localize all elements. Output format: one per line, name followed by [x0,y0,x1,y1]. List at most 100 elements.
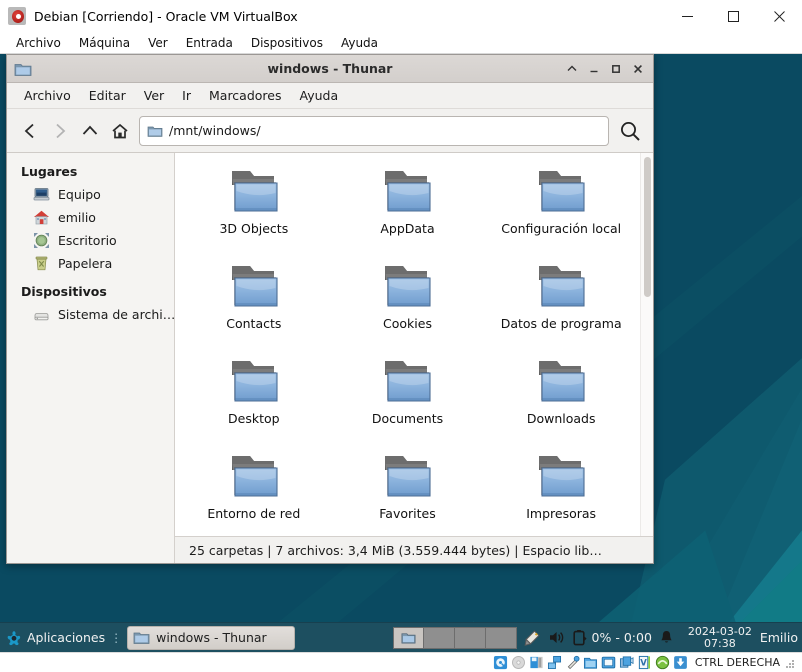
clock[interactable]: 2024-03-02 07:38 [680,624,760,650]
sidebar-item-escritorio[interactable]: Escritorio [7,229,174,252]
workspace-2[interactable] [423,626,455,649]
thunar-menu-editar[interactable]: Editar [80,84,135,108]
forward-icon[interactable] [45,116,75,146]
menu-archivo[interactable]: Archivo [7,33,70,53]
file-item[interactable]: Configuración local [484,161,638,256]
minimize-button[interactable] [664,0,710,32]
close-button[interactable] [756,0,802,32]
applications-menu-button[interactable]: Aplicaciones [0,623,109,653]
home-icon[interactable] [105,116,135,146]
panel-separator: ⋮ [110,630,123,645]
network-icon[interactable] [547,655,562,670]
search-icon[interactable] [615,116,645,146]
resize-grip[interactable] [786,658,796,668]
sidebar-item-label: Sistema de archi… [58,307,175,322]
virtualbox-statusbar: V CTRL DERECHA [0,652,802,672]
virtualbox-icon [8,7,26,25]
sidebar-item-emilio[interactable]: emilio [7,206,174,229]
thunar-window: windows - Thunar Archivo Editar Ver Ir M… [6,54,654,564]
battery-icon[interactable] [572,629,587,646]
file-item[interactable]: Entorno de red [177,446,331,536]
sidebar-item-papelera[interactable]: Papelera [7,252,174,275]
file-item[interactable]: Impresoras [484,446,638,536]
file-item[interactable]: Datos de programa [484,256,638,351]
file-item[interactable]: AppData [331,161,485,256]
display-icon[interactable] [601,655,616,670]
sidebar-item-sistema-de-archivos[interactable]: Sistema de archi… [7,303,174,326]
workspace-1[interactable] [392,626,424,649]
maximize-button[interactable] [605,55,627,83]
file-name: Entorno de red [207,506,301,521]
back-icon[interactable] [15,116,45,146]
optical-disk-icon[interactable] [511,655,526,670]
thunar-window-controls [561,55,649,83]
thunar-file-pane-wrap: 3D Objects AppData Configuración local C… [175,153,653,563]
file-name: AppData [380,221,435,236]
minimize-button[interactable] [583,55,605,83]
usb-icon[interactable] [565,655,580,670]
hard-disk-icon[interactable] [493,655,508,670]
up-icon[interactable] [75,116,105,146]
file-name: Documents [371,411,444,426]
notification-bell-icon[interactable] [659,629,674,646]
menu-ver[interactable]: Ver [139,33,177,53]
file-item[interactable]: Contacts [177,256,331,351]
virtualbox-features-icon[interactable]: V [637,655,652,670]
folder-icon [539,456,585,497]
thunar-menu-archivo[interactable]: Archivo [15,84,80,108]
stylus-icon[interactable] [523,629,541,647]
folder-icon [539,361,585,402]
guest-screen: windows - Thunar Archivo Editar Ver Ir M… [0,54,802,652]
file-name: 3D Objects [219,221,289,236]
workspace-3[interactable] [454,626,486,649]
folder-icon [231,361,278,402]
file-item[interactable]: Downloads [484,351,638,446]
host-key-label: CTRL DERECHA [694,656,780,669]
file-name: Desktop [228,411,280,426]
thunar-menu-marcadores[interactable]: Marcadores [200,84,291,108]
floppy-disk-icon[interactable] [529,655,544,670]
file-item[interactable]: 3D Objects [177,161,331,256]
vertical-scrollbar[interactable] [640,153,653,536]
thunar-body: Lugares Equipo emilio Escritorio Papeler… [7,153,653,563]
menu-ayuda[interactable]: Ayuda [332,33,387,53]
shared-folders-icon[interactable] [583,655,598,670]
maximize-button[interactable] [710,0,756,32]
mouse-integration-icon[interactable] [655,655,670,670]
thunar-menu-ayuda[interactable]: Ayuda [291,84,348,108]
thunar-menu-ir[interactable]: Ir [173,84,200,108]
trash-icon [35,256,48,271]
thunar-statusbar: 25 carpetas | 7 archivos: 3,4 MiB (3.559… [175,537,653,563]
clock-date: 2024-03-02 [687,624,752,638]
thunar-titlebar[interactable]: windows - Thunar [7,55,653,83]
volume-icon[interactable] [548,629,565,646]
thunar-sidebar: Lugares Equipo emilio Escritorio Papeler… [7,153,175,563]
file-item[interactable]: Desktop [177,351,331,446]
virtualbox-menubar: Archivo Máquina Ver Entrada Dispositivos… [0,32,802,54]
file-item[interactable]: Documents [331,351,485,446]
folder-icon [385,456,432,497]
user-label[interactable]: Emilio [760,630,802,645]
workspace-4[interactable] [485,626,517,649]
host-key-icon[interactable] [673,655,688,670]
close-button[interactable] [627,55,649,83]
shade-button[interactable] [561,55,583,83]
path-value: /mnt/windows/ [169,123,261,138]
sidebar-item-equipo[interactable]: Equipo [7,183,174,206]
video-capture-icon[interactable] [619,655,634,670]
taskbar-window-button[interactable]: windows - Thunar [127,625,296,650]
xfce-panel: Aplicaciones ⋮ windows - Thunar 0% - 0:0… [0,622,802,652]
thunar-file-pane[interactable]: 3D Objects AppData Configuración local C… [175,153,653,537]
path-entry[interactable]: /mnt/windows/ [139,115,609,146]
file-item[interactable]: Favorites [331,446,485,536]
menu-entrada[interactable]: Entrada [177,33,242,53]
menu-dispositivos[interactable]: Dispositivos [242,33,332,53]
folder-icon [539,171,585,212]
workspace-switcher[interactable] [392,626,517,649]
scrollbar-thumb[interactable] [644,157,651,297]
thunar-menu-ver[interactable]: Ver [135,84,173,108]
menu-maquina[interactable]: Máquina [70,33,139,53]
folder-icon [133,632,150,644]
file-name: Datos de programa [500,316,622,331]
file-item[interactable]: Cookies [331,256,485,351]
